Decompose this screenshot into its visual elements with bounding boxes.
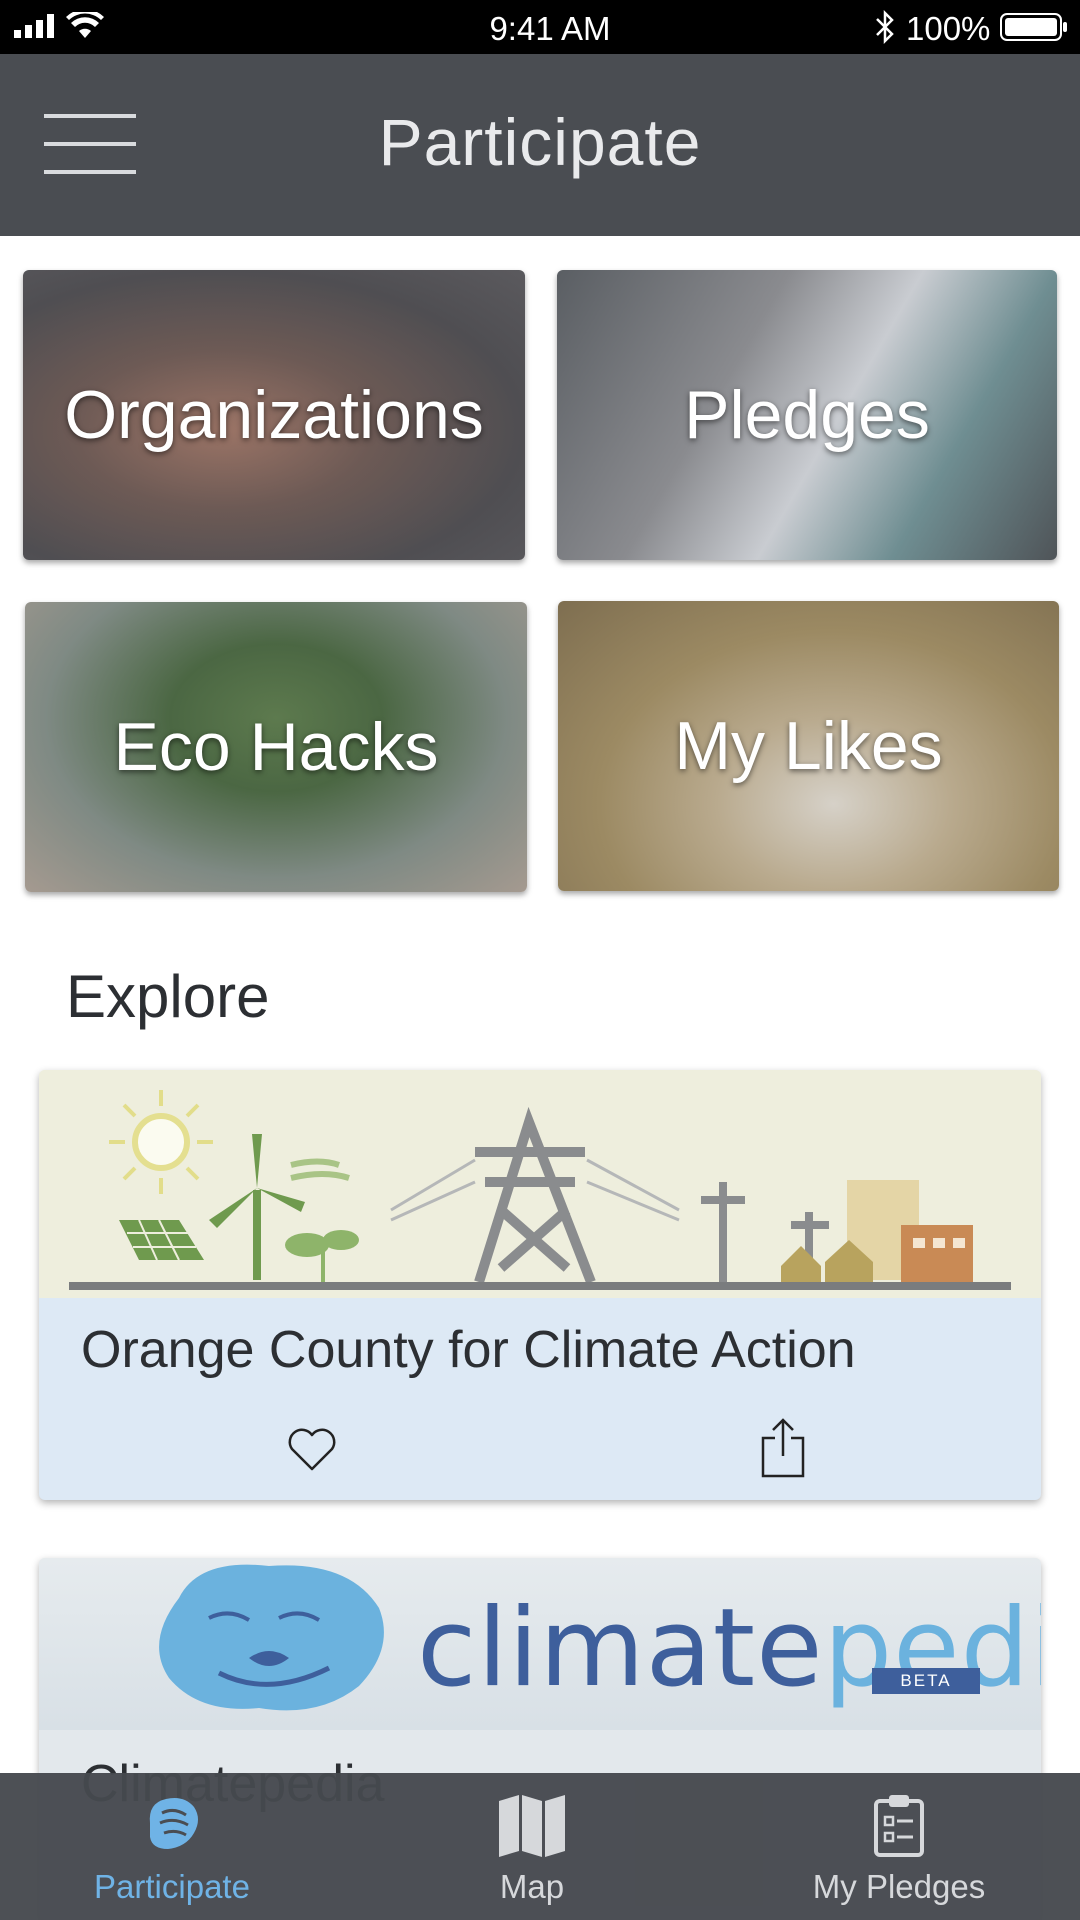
climatepedia-mascot-logo [159,1564,384,1711]
organizations-tile-label: Organizations [64,377,484,453]
clipboard-icon [874,1795,924,1857]
app-header: Participate [0,54,1080,236]
sun-icon [109,1090,213,1194]
tab-participate-label: Participate [94,1868,250,1905]
eco-hacks-tile-label: Eco Hacks [113,709,439,785]
tab-my-pledges-label: My Pledges [812,1868,986,1905]
my-likes-tile[interactable]: My Likes [558,601,1059,891]
eco-hacks-tile[interactable]: Eco Hacks [25,602,527,892]
card-title: Orange County for Climate Action [81,1321,856,1379]
orange-county-climate-action-card[interactable]: Orange County for Climate Action [39,1070,1041,1500]
tab-participate[interactable]: Participate [52,1773,292,1920]
beta-badge: BETA [872,1668,980,1694]
share-icon[interactable] [759,1418,807,1480]
status-bar: 9:41 AM 100% [0,0,1080,54]
pledges-tile-label: Pledges [684,377,930,453]
organizations-tile[interactable]: Organizations [23,270,525,560]
battery-icon [1000,13,1067,41]
bottom-tab-bar: Participate Map My Pledges [0,1773,1080,1920]
explore-heading: Explore [66,963,270,1030]
tab-map[interactable]: Map [432,1773,632,1920]
map-icon [499,1795,565,1857]
tab-my-pledges[interactable]: My Pledges [784,1773,1014,1920]
climatepedia-banner: climatepedia BETA [39,1558,1041,1730]
pledges-tile[interactable]: Pledges [557,270,1057,560]
heart-icon[interactable] [286,1427,338,1473]
bluetooth-icon [876,10,894,44]
wordmark-climate: climate [417,1586,824,1711]
my-likes-tile-label: My Likes [674,708,943,784]
tab-map-label: Map [499,1868,565,1905]
renewable-energy-banner-image [39,1070,1041,1298]
page-title: Participate [378,105,702,179]
raised-fist-icon [149,1798,198,1849]
battery-percentage: 100% [906,10,991,47]
